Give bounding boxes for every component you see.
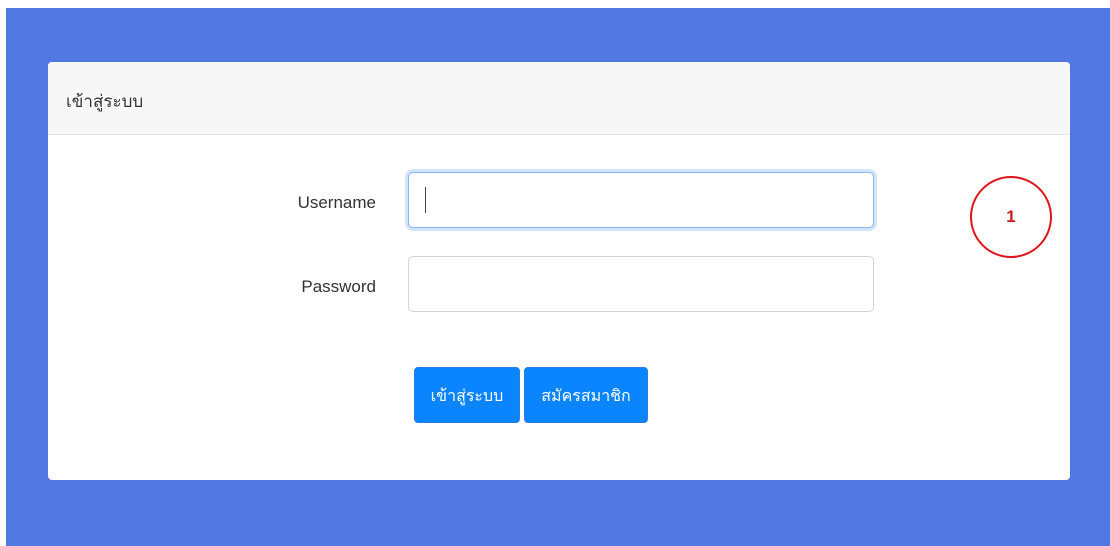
password-label: Password <box>301 277 376 296</box>
username-input[interactable] <box>408 172 874 228</box>
login-button[interactable]: เข้าสู่ระบบ <box>414 367 520 423</box>
step-marker: 1 <box>970 176 1052 258</box>
text-caret <box>425 187 426 213</box>
username-label: Username <box>297 193 376 212</box>
card-title: เข้าสู่ระบบ <box>66 92 144 112</box>
page-background: เข้าสู่ระบบ Username Password เข้าสู่ระบ… <box>6 8 1110 546</box>
password-input[interactable] <box>408 256 874 312</box>
login-card: เข้าสู่ระบบ Username Password เข้าสู่ระบ… <box>48 62 1070 480</box>
card-header: เข้าสู่ระบบ <box>48 62 1070 135</box>
register-button[interactable]: สมัครสมาชิก <box>524 367 648 423</box>
